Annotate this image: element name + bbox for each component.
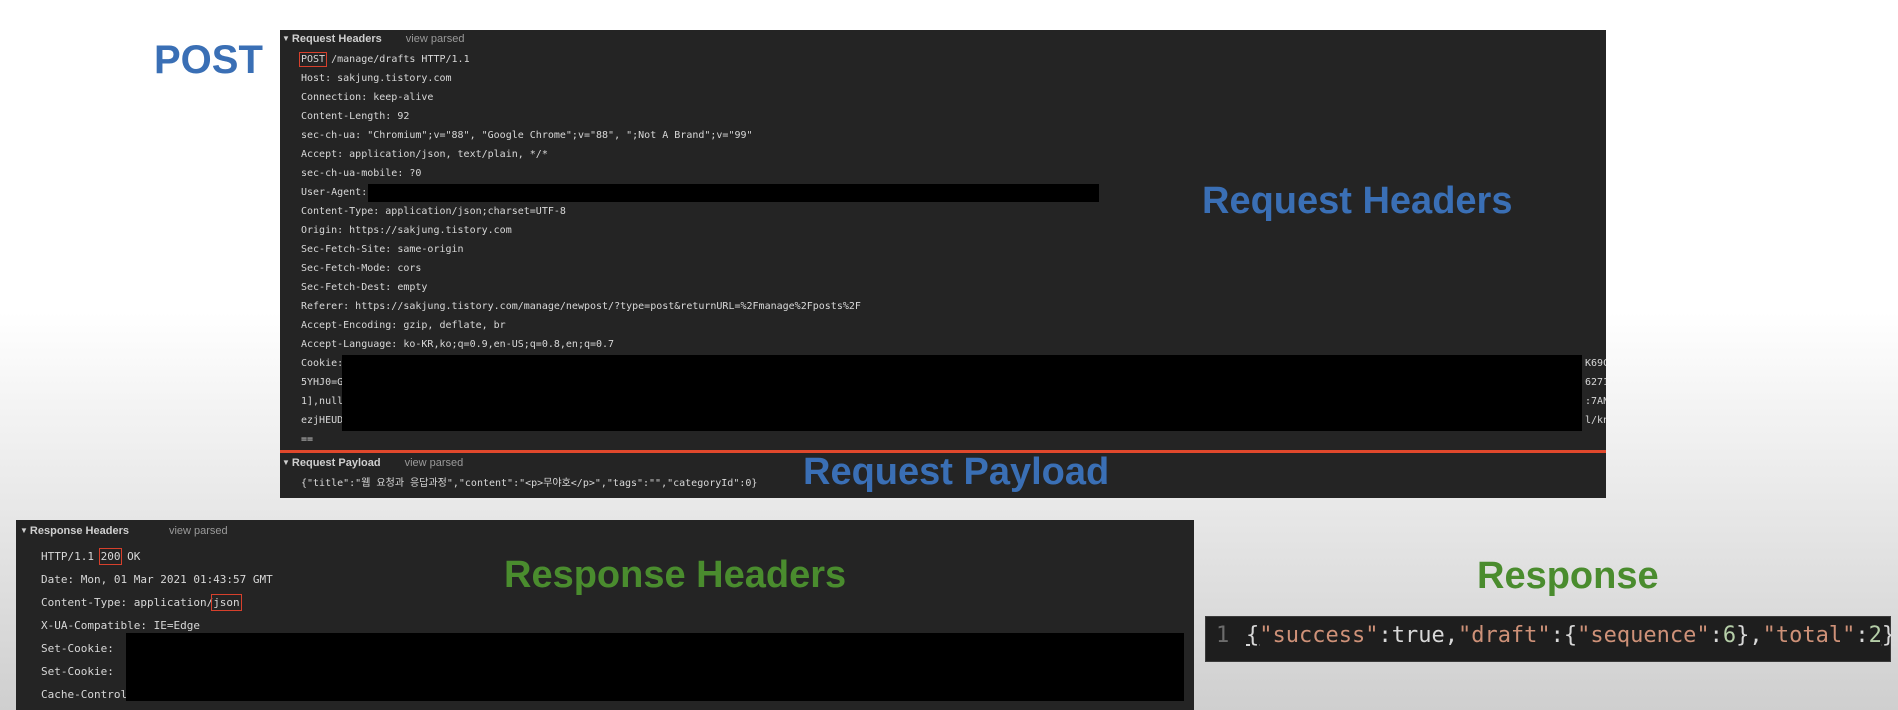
response-headers-panel: ▼ Response Headers view parsed HTTP/1.1 20… xyxy=(16,520,1194,710)
cookie-line-2: 5YHJ0=G xyxy=(301,377,344,388)
json-key-success: "success" xyxy=(1259,623,1379,648)
request-panel: ▼ Request Headers view parsed POST /manage… xyxy=(280,30,1606,498)
line-number: 1 xyxy=(1216,623,1230,648)
response-headers-section-header[interactable]: ▼ Response Headers view parsed xyxy=(20,525,228,543)
header-connection: Connection: keep-alive xyxy=(301,92,434,103)
header-sec-fetch-dest: Sec-Fetch-Dest: empty xyxy=(301,282,428,293)
request-payload-overlay-label: Request Payload xyxy=(803,451,1110,493)
expand-triangle-icon[interactable]: ▼ xyxy=(282,458,290,467)
header-user-agent: User-Agent: xyxy=(301,187,368,198)
cookie-right-2: 6271 xyxy=(1585,377,1606,388)
header-accept-encoding: Accept-Encoding: gzip, deflate, br xyxy=(301,320,506,331)
request-payload-section-title: Request Payload xyxy=(291,457,381,469)
response-headers-section-title: Response Headers xyxy=(29,525,129,537)
content-type-prefix: Content-Type: application/ xyxy=(41,596,214,609)
response-json: {"success":true,"draft":{"sequence":6},"… xyxy=(1246,623,1895,648)
json-brace-close: } xyxy=(1881,623,1896,648)
request-payload-body: {"title":"웹 요청과 응답과정","content":"<p>무야호<… xyxy=(301,478,758,489)
json-key-draft: "draft" xyxy=(1457,623,1551,648)
cookie-right-4: l/kn xyxy=(1585,415,1606,426)
json-brace-comma: }, xyxy=(1736,623,1763,648)
content-type-highlight: json xyxy=(211,594,242,611)
json-key-total: "total" xyxy=(1762,623,1856,648)
header-sec-fetch-site: Sec-Fetch-Site: same-origin xyxy=(301,244,464,255)
response-overlay-label: Response xyxy=(1477,555,1659,597)
status-line: HTTP/1.1 200 OK xyxy=(41,548,140,566)
json-comma: , xyxy=(1444,623,1458,648)
view-parsed-link[interactable]: view parsed xyxy=(405,457,464,469)
response-headers-overlay-label: Response Headers xyxy=(504,554,847,596)
json-value-2: 2 xyxy=(1868,623,1882,648)
view-parsed-link[interactable]: view parsed xyxy=(169,525,228,537)
expand-triangle-icon[interactable]: ▼ xyxy=(282,34,290,43)
request-headers-section-header[interactable]: ▼ Request Headers view parsed xyxy=(282,33,465,51)
status-text: OK xyxy=(120,550,141,563)
json-value-6: 6 xyxy=(1722,623,1737,648)
request-line: POST /manage/drafts HTTP/1.1 xyxy=(298,51,470,69)
cookie-line-3: 1],null xyxy=(301,396,344,407)
header-sec-ch-ua-mobile: sec-ch-ua-mobile: ?0 xyxy=(301,168,422,179)
header-host: Host: sakjung.tistory.com xyxy=(301,73,452,84)
response-date: Date: Mon, 01 Mar 2021 01:43:57 GMT xyxy=(41,573,273,586)
request-headers-section-title: Request Headers xyxy=(291,33,382,45)
response-content-type: Content-Type: application/json xyxy=(41,594,242,612)
json-colon: : xyxy=(1855,623,1869,648)
view-parsed-link[interactable]: view parsed xyxy=(406,33,465,45)
post-label: POST xyxy=(154,38,263,82)
redacted-user-agent xyxy=(368,184,1099,202)
header-sec-ch-ua: sec-ch-ua: "Chromium";v="88", "Google Ch… xyxy=(301,130,753,141)
json-colon-brace: :{ xyxy=(1550,623,1578,648)
cookie-line-1: Cookie: xyxy=(301,358,344,369)
request-payload-section-header[interactable]: ▼ Request Payload view parsed xyxy=(282,457,463,475)
redacted-set-cookie xyxy=(126,633,1184,701)
header-sec-fetch-mode: Sec-Fetch-Mode: cors xyxy=(301,263,422,274)
redacted-cookie xyxy=(342,355,1582,431)
method-highlight: POST xyxy=(298,52,328,67)
expand-triangle-icon[interactable]: ▼ xyxy=(20,526,28,535)
header-accept: Accept: application/json, text/plain, */… xyxy=(301,149,548,160)
json-value-true: true xyxy=(1391,623,1445,648)
header-content-length: Content-Length: 92 xyxy=(301,111,410,122)
response-set-cookie-2: Set-Cookie: xyxy=(41,665,114,678)
status-protocol: HTTP/1.1 xyxy=(41,550,101,563)
header-content-type: Content-Type: application/json;charset=U… xyxy=(301,206,566,217)
header-referer: Referer: https://sakjung.tistory.com/man… xyxy=(301,301,861,312)
response-set-cookie-1: Set-Cookie: xyxy=(41,642,114,655)
json-colon: : xyxy=(1709,623,1723,648)
header-accept-language: Accept-Language: ko-KR,ko;q=0.9,en-US;q=… xyxy=(301,339,615,350)
json-key-sequence: "sequence" xyxy=(1577,623,1710,648)
request-path: /manage/drafts HTTP/1.1 xyxy=(325,54,470,65)
cookie-right-1: K69C xyxy=(1585,358,1606,369)
status-code-highlight: 200 xyxy=(98,548,123,565)
cookie-line-4: ezjHEUD xyxy=(301,415,344,426)
header-origin: Origin: https://sakjung.tistory.com xyxy=(301,225,512,236)
request-headers-overlay-label: Request Headers xyxy=(1202,180,1513,222)
cookie-line-5: == xyxy=(301,434,314,445)
cookie-right-3: :7AN xyxy=(1585,396,1606,407)
json-colon: : xyxy=(1378,623,1392,648)
json-brace-open: { xyxy=(1246,623,1260,648)
response-body-box: 1 {"success":true,"draft":{"sequence":6}… xyxy=(1205,616,1895,662)
